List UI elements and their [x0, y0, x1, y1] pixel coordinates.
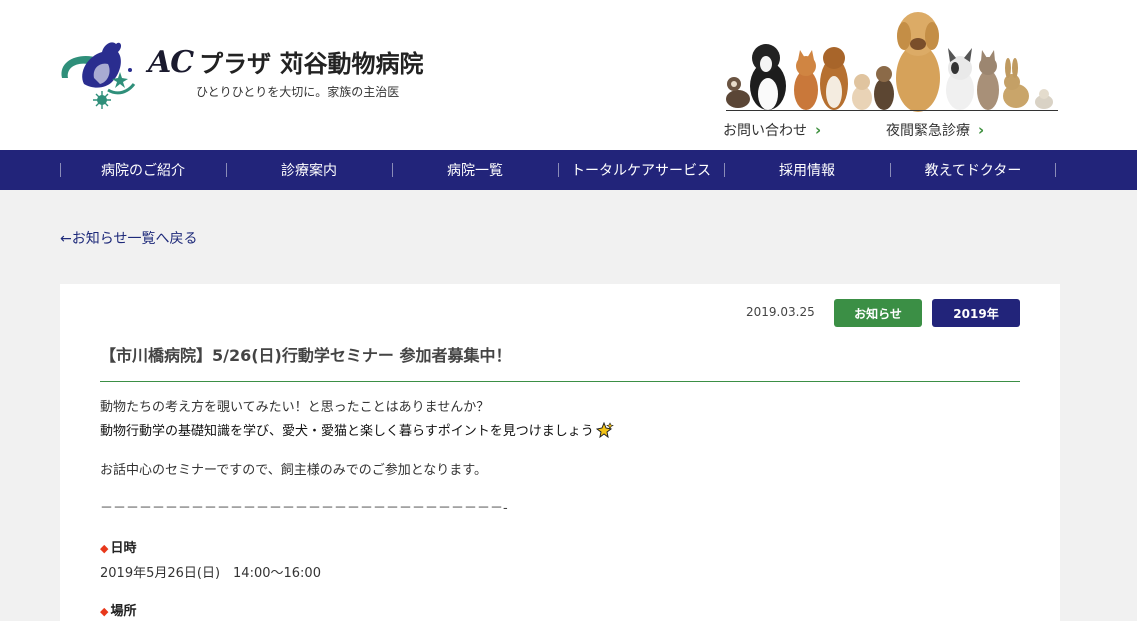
chevron-right-icon: › — [978, 121, 985, 139]
tagline: ひとりひとりを大切に。家族の主治医 — [196, 85, 400, 99]
clinic-logo-icon — [61, 42, 136, 109]
contact-link-label: お問い合わせ — [723, 123, 807, 139]
red-diamond-icon: ◆ — [100, 605, 109, 618]
nav-item-total-care[interactable]: トータルケアサービス — [558, 150, 724, 190]
brand-name: AC プラザ 苅谷動物病院 — [148, 44, 424, 80]
category-badge[interactable]: お知らせ — [834, 299, 922, 327]
news-article: 2019.03.25 お知らせ 2019年 【市川橋病院】5/26(日)行動学セ… — [60, 284, 1060, 621]
pets-group-image — [726, 12, 1053, 112]
article-date: 2019.03.25 — [746, 305, 815, 319]
brand-ac: AC — [148, 45, 194, 80]
red-diamond-icon: ◆ — [100, 542, 109, 555]
night-emergency-link-label: 夜間緊急診療 — [886, 123, 970, 139]
year-badge[interactable]: 2019年 — [932, 299, 1020, 327]
article-paragraph-3: お話中心のセミナーですので、飼主様のみでのご参加となります。 — [100, 463, 488, 478]
section-datetime-label: ◆ 日時 — [100, 539, 136, 559]
nav-item-services[interactable]: 診療案内 — [226, 150, 392, 190]
night-emergency-link[interactable]: 夜間緊急診療 › — [886, 120, 984, 140]
article-title: 【市川橋病院】5/26(日)行動学セミナー 参加者募集中！ — [100, 346, 512, 365]
chevron-right-icon: › — [815, 121, 822, 139]
contact-link[interactable]: お問い合わせ › — [723, 120, 821, 140]
article-paragraph-1: 動物たちの考え方を覗いてみたい！と思ったことはありませんか？ — [100, 400, 490, 415]
nav-item-ask-doctor[interactable]: 教えてドクター — [890, 150, 1056, 190]
section-location-label: ◆ 場所 — [100, 602, 136, 621]
text-divider: －－－－－－－－－－－－－－－－－－－－－－－－－－－－－－－- — [100, 501, 508, 516]
header-divider-line — [726, 110, 1058, 111]
section-datetime-value: 2019年5月26日(日) 14:00〜16:00 — [100, 566, 321, 581]
nav-item-recruit[interactable]: 採用情報 — [724, 150, 890, 190]
site-header: AC プラザ 苅谷動物病院 ひとりひとりを大切に。家族の主治医 お問い合わせ ›… — [0, 0, 1137, 150]
section-location-label-text: 場所 — [110, 604, 137, 619]
nav-item-about[interactable]: 病院のご紹介 — [60, 150, 226, 190]
article-paragraph-2-text: 動物行動学の基礎知識を学び、愛犬・愛猫と楽しく暮らすポイントを見つけましょう — [100, 424, 594, 439]
global-nav-list: 病院のご紹介 診療案内 病院一覧 トータルケアサービス 採用情報 教えてドクター — [60, 150, 1056, 190]
sparkle-emoji-icon — [595, 422, 614, 438]
back-to-news-list-link[interactable]: ←お知らせ一覧へ戻る — [60, 228, 197, 248]
global-nav: 病院のご紹介 診療案内 病院一覧 トータルケアサービス 採用情報 教えてドクター — [0, 150, 1137, 190]
section-datetime-label-text: 日時 — [110, 541, 137, 556]
title-underline — [100, 381, 1020, 382]
brand-clinic-name: プラザ 苅谷動物病院 — [199, 50, 424, 78]
article-paragraph-2: 動物行動学の基礎知識を学び、愛犬・愛猫と楽しく暮らすポイントを見つけましょう — [100, 422, 614, 442]
nav-item-hospitals[interactable]: 病院一覧 — [392, 150, 558, 190]
